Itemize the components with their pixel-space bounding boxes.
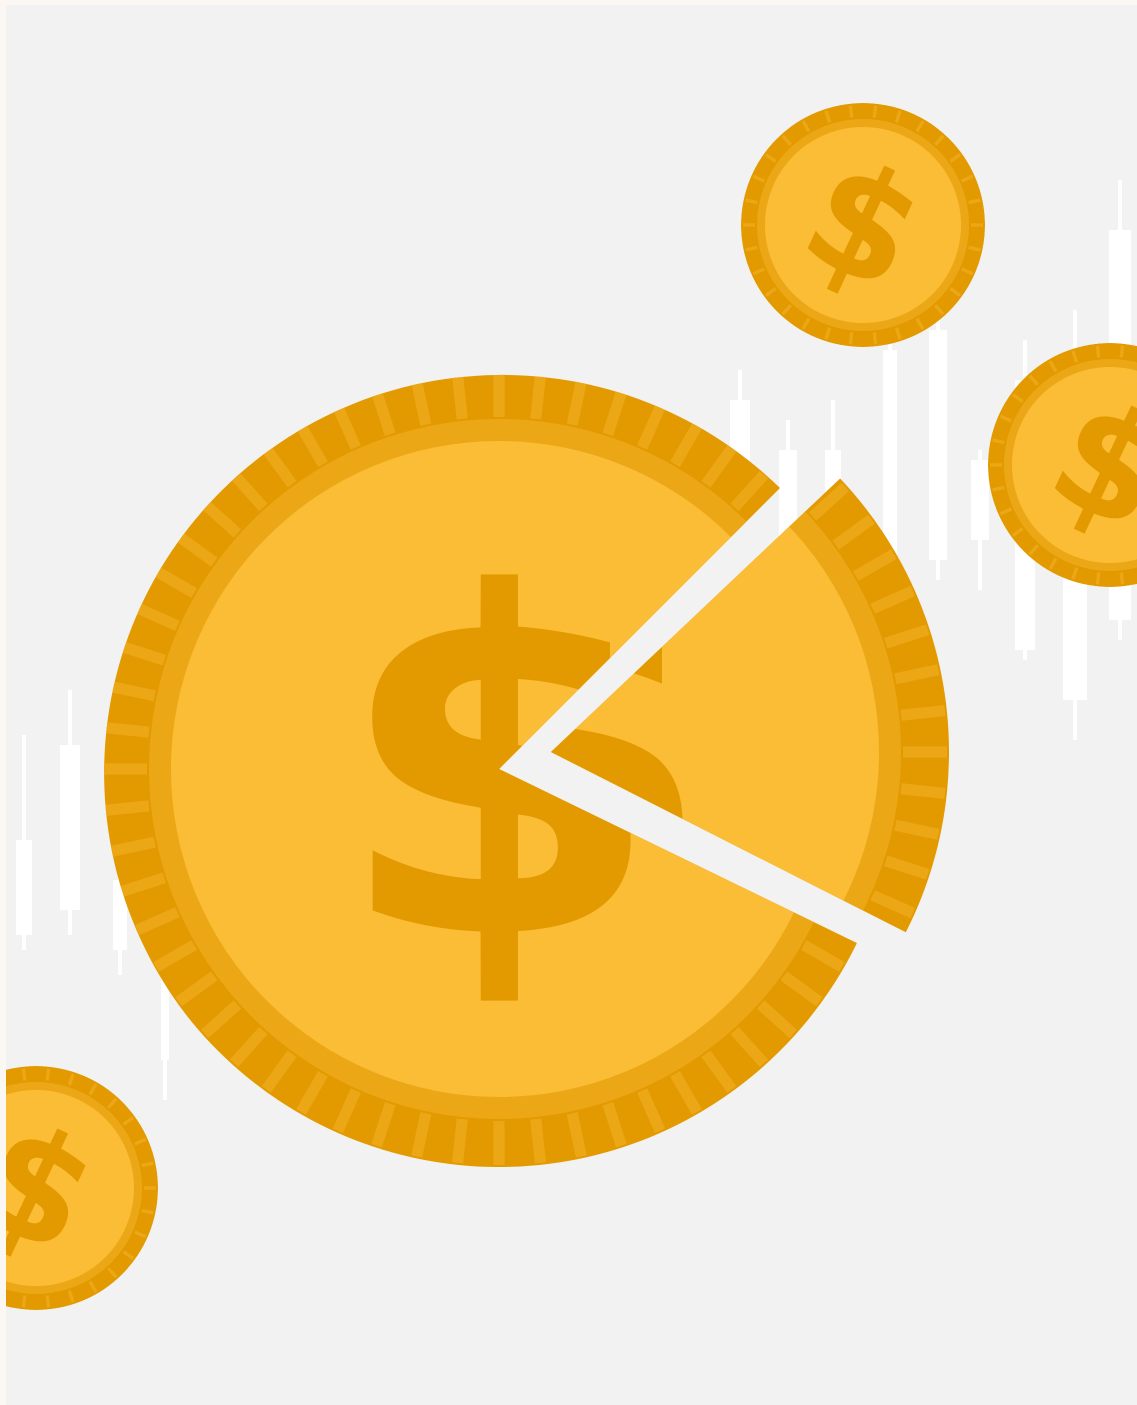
coin-top: $ — [741, 103, 985, 347]
coin-pie-illustration: $ $ $ $ $ — [6, 5, 1137, 1405]
